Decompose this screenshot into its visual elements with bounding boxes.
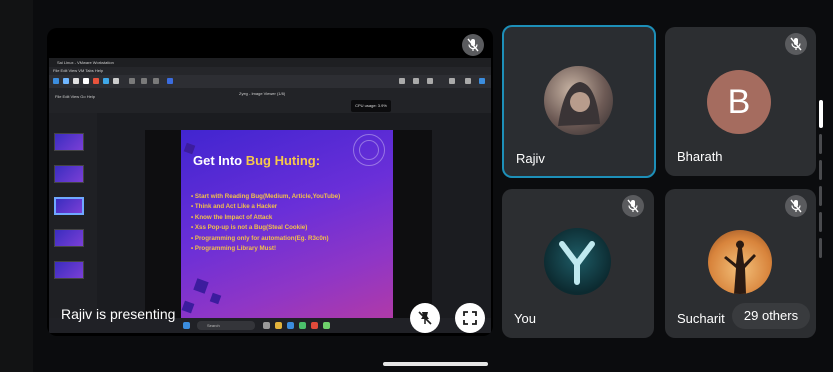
vm-window-menu: File Edit View VM Tabs Help [49,67,491,75]
tile-scrollbar-segment [819,238,822,258]
tile-scrollbar-segment [819,212,822,232]
mic-off-icon [622,195,644,217]
slide: Get Into Bug Huting: • Start with Readin… [181,130,393,318]
avatar: B [707,70,771,134]
slide-thumbnail [54,261,84,279]
slide-decoration [209,292,222,305]
tile-scrollbar-thumb[interactable] [819,100,823,128]
participant-name: Rajiv [516,151,545,166]
slide-thumbnail [54,197,84,215]
participant-tile-you[interactable]: You [502,189,654,338]
status-bar [33,0,833,10]
toolbar-icon [53,78,59,84]
taskbar-search: Search [197,321,255,330]
toolbar-icon [427,78,433,84]
toolbar-icon [413,78,419,84]
taskbar-app-icon [287,322,294,329]
pin-off-icon [418,311,432,325]
toolbar-icon [129,78,135,84]
toolbar-icon [141,78,147,84]
toolbar-icon [93,78,99,84]
fullscreen-icon [463,311,477,325]
slide-title: Get Into Bug Huting: [193,153,320,168]
slide-thumbnail [54,165,84,183]
taskbar-app-icon [311,322,318,329]
toolbar-icon [73,78,79,84]
slide-canvas: Get Into Bug Huting: • Start with Readin… [145,130,432,318]
vm-toolbar [49,75,491,88]
tile-scrollbar-segment [819,186,822,206]
toolbar-icon [167,78,173,84]
toolbar-icon [63,78,69,84]
taskbar-app-icon [275,322,282,329]
slide-thumbnail [54,133,84,151]
slide-bullet: • Think and Act Like a Hacker [191,203,278,211]
image-viewer-menu: File Edit View Go Help Zyeg - Image View… [49,88,491,113]
presenting-label: Rajiv is presenting [61,306,176,322]
slide-bullet: • Programming Library Must! [191,245,277,253]
slide-bullet: • Know the Impact of Attack [191,213,273,221]
vm-window-title: Sai Linux - VMware Workstation [49,58,491,67]
participant-name: You [514,311,536,326]
taskbar-app-icon [263,322,270,329]
taskbar-app-icon [299,322,306,329]
slide-bullet: • Programming only for automation(Eg. R3… [191,234,329,242]
slide-bullet: • Xss Pop-up is not a Bug(Steal Cookie) [191,224,308,232]
slide-title-accent: Bug Huting: [245,153,321,168]
toolbar-icon [113,78,119,84]
toolbar-icon [103,78,109,84]
participant-name: Bharath [677,149,723,164]
avatar [544,66,613,135]
others-count-badge[interactable]: 29 others [732,303,810,329]
presentation-tile[interactable]: Sai Linux - VMware Workstation File Edit… [47,28,493,336]
mic-off-icon [785,195,807,217]
thumbnail-column [49,113,97,318]
taskbar-app-icon [323,322,330,329]
participant-tile-rajiv[interactable]: Rajiv [502,25,656,178]
slide-thumbnail [54,229,84,247]
fullscreen-button[interactable] [455,303,485,333]
toolbar-icon [479,78,485,84]
meeting-screen: Sai Linux - VMware Workstation File Edit… [0,0,833,372]
mic-off-icon [785,33,807,55]
participant-tile-bharath[interactable]: B Bharath [665,27,816,176]
unpin-button[interactable] [410,303,440,333]
tile-scrollbar-segment [819,160,822,180]
participant-name: Sucharit [677,311,725,326]
mic-off-icon [462,34,484,56]
toolbar-icon [465,78,471,84]
avatar [708,230,772,294]
image-viewer-title: Zyeg - Image Viewer (1/8) [239,91,286,96]
image-viewer-menu-items: File Edit View Go Help [55,94,95,99]
slide-decoration [193,278,209,294]
toolbar-icon [153,78,159,84]
windows-start-icon [183,322,190,329]
slide-title-main: Get Into [193,153,246,168]
slide-decoration [359,140,379,160]
slide-bullet: • Start with Reading Bug(Medium, Article… [191,193,341,200]
toolbar-icon [83,78,89,84]
slide-bullets: • Start with Reading Bug(Medium, Article… [191,192,340,254]
cpu-usage-badge: CPU usage: 3.9% [351,100,391,112]
home-indicator[interactable] [383,362,488,366]
shared-screen: Sai Linux - VMware Workstation File Edit… [49,58,491,333]
slide-decoration [181,300,195,314]
tile-scrollbar-segment [819,134,822,154]
avatar [544,228,611,295]
left-edge [0,0,33,372]
toolbar-icon [399,78,405,84]
toolbar-icon [449,78,455,84]
